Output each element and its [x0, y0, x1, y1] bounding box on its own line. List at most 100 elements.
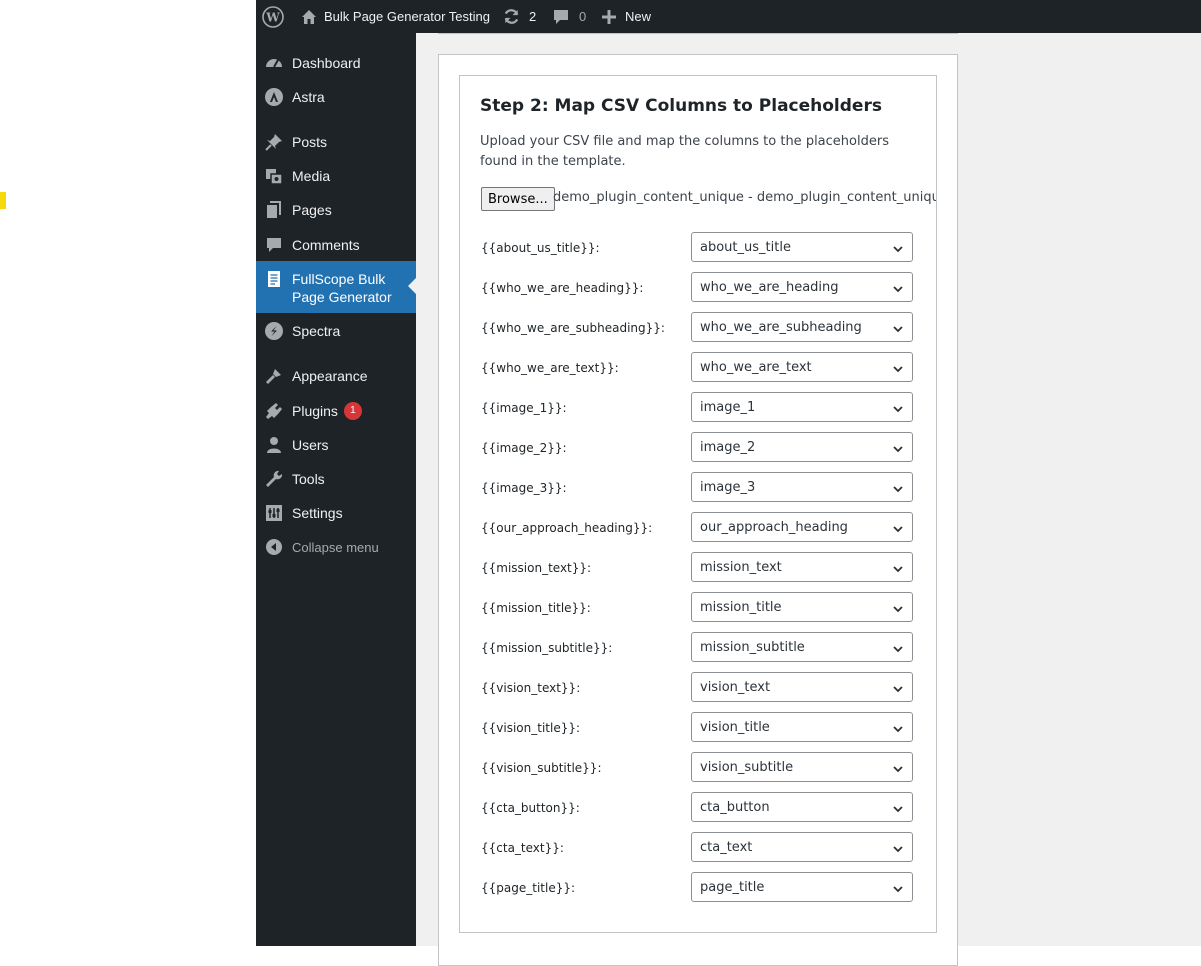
new-label: New: [625, 9, 652, 24]
column-select[interactable]: vision_subtitle: [691, 752, 913, 782]
mapping-row: {{vision_text}}: vision_text: [480, 672, 916, 704]
chevron-down-icon: [892, 762, 904, 780]
mapping-row: {{cta_button}}: cta_button: [480, 792, 916, 824]
main-content: Step 2: Map CSV Columns to Placeholders …: [416, 33, 1201, 966]
menu-settings[interactable]: Settings: [256, 496, 416, 530]
menu-dashboard[interactable]: Dashboard: [256, 46, 416, 80]
selected-column-value: cta_text: [700, 839, 753, 855]
placeholder-label: {{image_1}}:: [481, 401, 567, 415]
mapping-row: {{image_2}}: image_2: [480, 432, 916, 464]
placeholder-label: {{mission_subtitle}}:: [481, 641, 613, 655]
placeholder-label: {{vision_subtitle}}:: [481, 761, 602, 775]
collapse-menu-button[interactable]: Collapse menu: [256, 530, 416, 564]
column-select[interactable]: who_we_are_text: [691, 352, 913, 382]
mapping-row: {{mission_text}}: mission_text: [480, 552, 916, 584]
column-select[interactable]: cta_text: [691, 832, 913, 862]
admin-bar: W Bulk Page Generator Testing 2 0 New: [256, 0, 1201, 33]
menu-plugins[interactable]: Plugins 1: [256, 394, 416, 428]
brush-icon: [264, 366, 284, 386]
column-select[interactable]: image_1: [691, 392, 913, 422]
pages-icon: [264, 200, 284, 220]
mapping-row: {{vision_title}}: vision_title: [480, 712, 916, 744]
active-menu-line-2: Page Generator: [292, 289, 392, 305]
menu-astra[interactable]: Astra: [256, 80, 416, 114]
divider: [438, 33, 958, 34]
mapping-row: {{mission_subtitle}}: mission_subtitle: [480, 632, 916, 664]
menu-posts[interactable]: Posts: [256, 125, 416, 159]
yellow-marker: [0, 192, 6, 209]
chevron-down-icon: [892, 322, 904, 340]
placeholder-label: {{vision_title}}:: [481, 721, 581, 735]
active-menu-line-1: FullScope Bulk: [292, 271, 386, 287]
chevron-down-icon: [892, 802, 904, 820]
placeholder-label: {{mission_title}}:: [481, 601, 591, 615]
home-icon: [300, 8, 318, 26]
column-select[interactable]: vision_title: [691, 712, 913, 742]
comments-link[interactable]: 0: [552, 0, 586, 33]
collapse-arrow-icon: [264, 537, 284, 557]
menu-fullscope-bulk-page-generator[interactable]: FullScope Bulk Page Generator: [256, 261, 416, 313]
placeholder-label: {{cta_text}}:: [481, 841, 564, 855]
new-content-link[interactable]: New: [601, 0, 651, 33]
plugins-update-badge: 1: [343, 402, 362, 420]
svg-text:W: W: [265, 10, 280, 24]
menu-media[interactable]: Media: [256, 159, 416, 193]
mapping-row: {{mission_title}}: mission_title: [480, 592, 916, 624]
column-select[interactable]: cta_button: [691, 792, 913, 822]
updates-link[interactable]: 2: [502, 0, 536, 33]
placeholder-label: {{page_title}}:: [481, 881, 576, 895]
column-select[interactable]: our_approach_heading: [691, 512, 913, 542]
plugin-icon: [264, 401, 284, 421]
menu-tools[interactable]: Tools: [256, 462, 416, 496]
column-select[interactable]: image_3: [691, 472, 913, 502]
chevron-down-icon: [892, 522, 904, 540]
column-select[interactable]: mission_text: [691, 552, 913, 582]
refresh-icon: [502, 7, 521, 26]
placeholder-label: {{about_us_title}}:: [481, 241, 600, 255]
site-name-link[interactable]: Bulk Page Generator Testing: [300, 0, 490, 33]
menu-appearance[interactable]: Appearance: [256, 359, 416, 393]
menu-spectra[interactable]: Spectra: [256, 314, 416, 348]
chevron-down-icon: [892, 402, 904, 420]
mapping-row: {{who_we_are_heading}}: who_we_are_headin…: [480, 272, 916, 304]
menu-comments[interactable]: Comments: [256, 228, 416, 262]
selected-column-value: cta_button: [700, 799, 770, 815]
column-select[interactable]: mission_subtitle: [691, 632, 913, 662]
placeholder-label: {{mission_text}}:: [481, 561, 592, 575]
admin-sidebar: Dashboard Astra Posts Media Pages Commen…: [256, 33, 416, 946]
mapping-row: {{vision_subtitle}}: vision_subtitle: [480, 752, 916, 784]
chevron-down-icon: [892, 362, 904, 380]
column-select[interactable]: mission_title: [691, 592, 913, 622]
placeholder-label: {{our_approach_heading}}:: [481, 521, 653, 535]
comment-bubble-icon: [552, 8, 570, 26]
menu-pages[interactable]: Pages: [256, 193, 416, 227]
selected-column-value: image_3: [700, 479, 756, 495]
placeholder-label: {{vision_text}}:: [481, 681, 581, 695]
placeholder-label: {{image_2}}:: [481, 441, 567, 455]
selected-column-value: who_we_are_subheading: [700, 319, 862, 335]
column-select[interactable]: who_we_are_subheading: [691, 312, 913, 342]
placeholder-label: {{who_we_are_text}}:: [481, 361, 619, 375]
pushpin-icon: [264, 132, 284, 152]
selected-column-value: image_2: [700, 439, 756, 455]
mapping-row: {{page_title}}: page_title: [480, 872, 916, 904]
user-icon: [264, 435, 284, 455]
chevron-down-icon: [892, 482, 904, 500]
selected-column-value: who_we_are_text: [700, 359, 812, 375]
chevron-down-icon: [892, 682, 904, 700]
selected-column-value: vision_text: [700, 679, 771, 695]
dashboard-icon: [264, 53, 284, 73]
column-select[interactable]: about_us_title: [691, 232, 913, 262]
spectra-icon: [264, 321, 284, 341]
mapping-row: {{cta_text}}: cta_text: [480, 832, 916, 864]
column-select[interactable]: who_we_are_heading: [691, 272, 913, 302]
browse-file-button[interactable]: Browse...: [481, 187, 555, 211]
menu-users[interactable]: Users: [256, 428, 416, 462]
placeholder-label: {{who_we_are_heading}}:: [481, 281, 644, 295]
wordpress-logo-icon[interactable]: W: [262, 0, 284, 33]
column-select[interactable]: vision_text: [691, 672, 913, 702]
column-select[interactable]: page_title: [691, 872, 913, 902]
column-select[interactable]: image_2: [691, 432, 913, 462]
placeholder-label: {{cta_button}}:: [481, 801, 580, 815]
selected-column-value: vision_title: [700, 719, 770, 735]
